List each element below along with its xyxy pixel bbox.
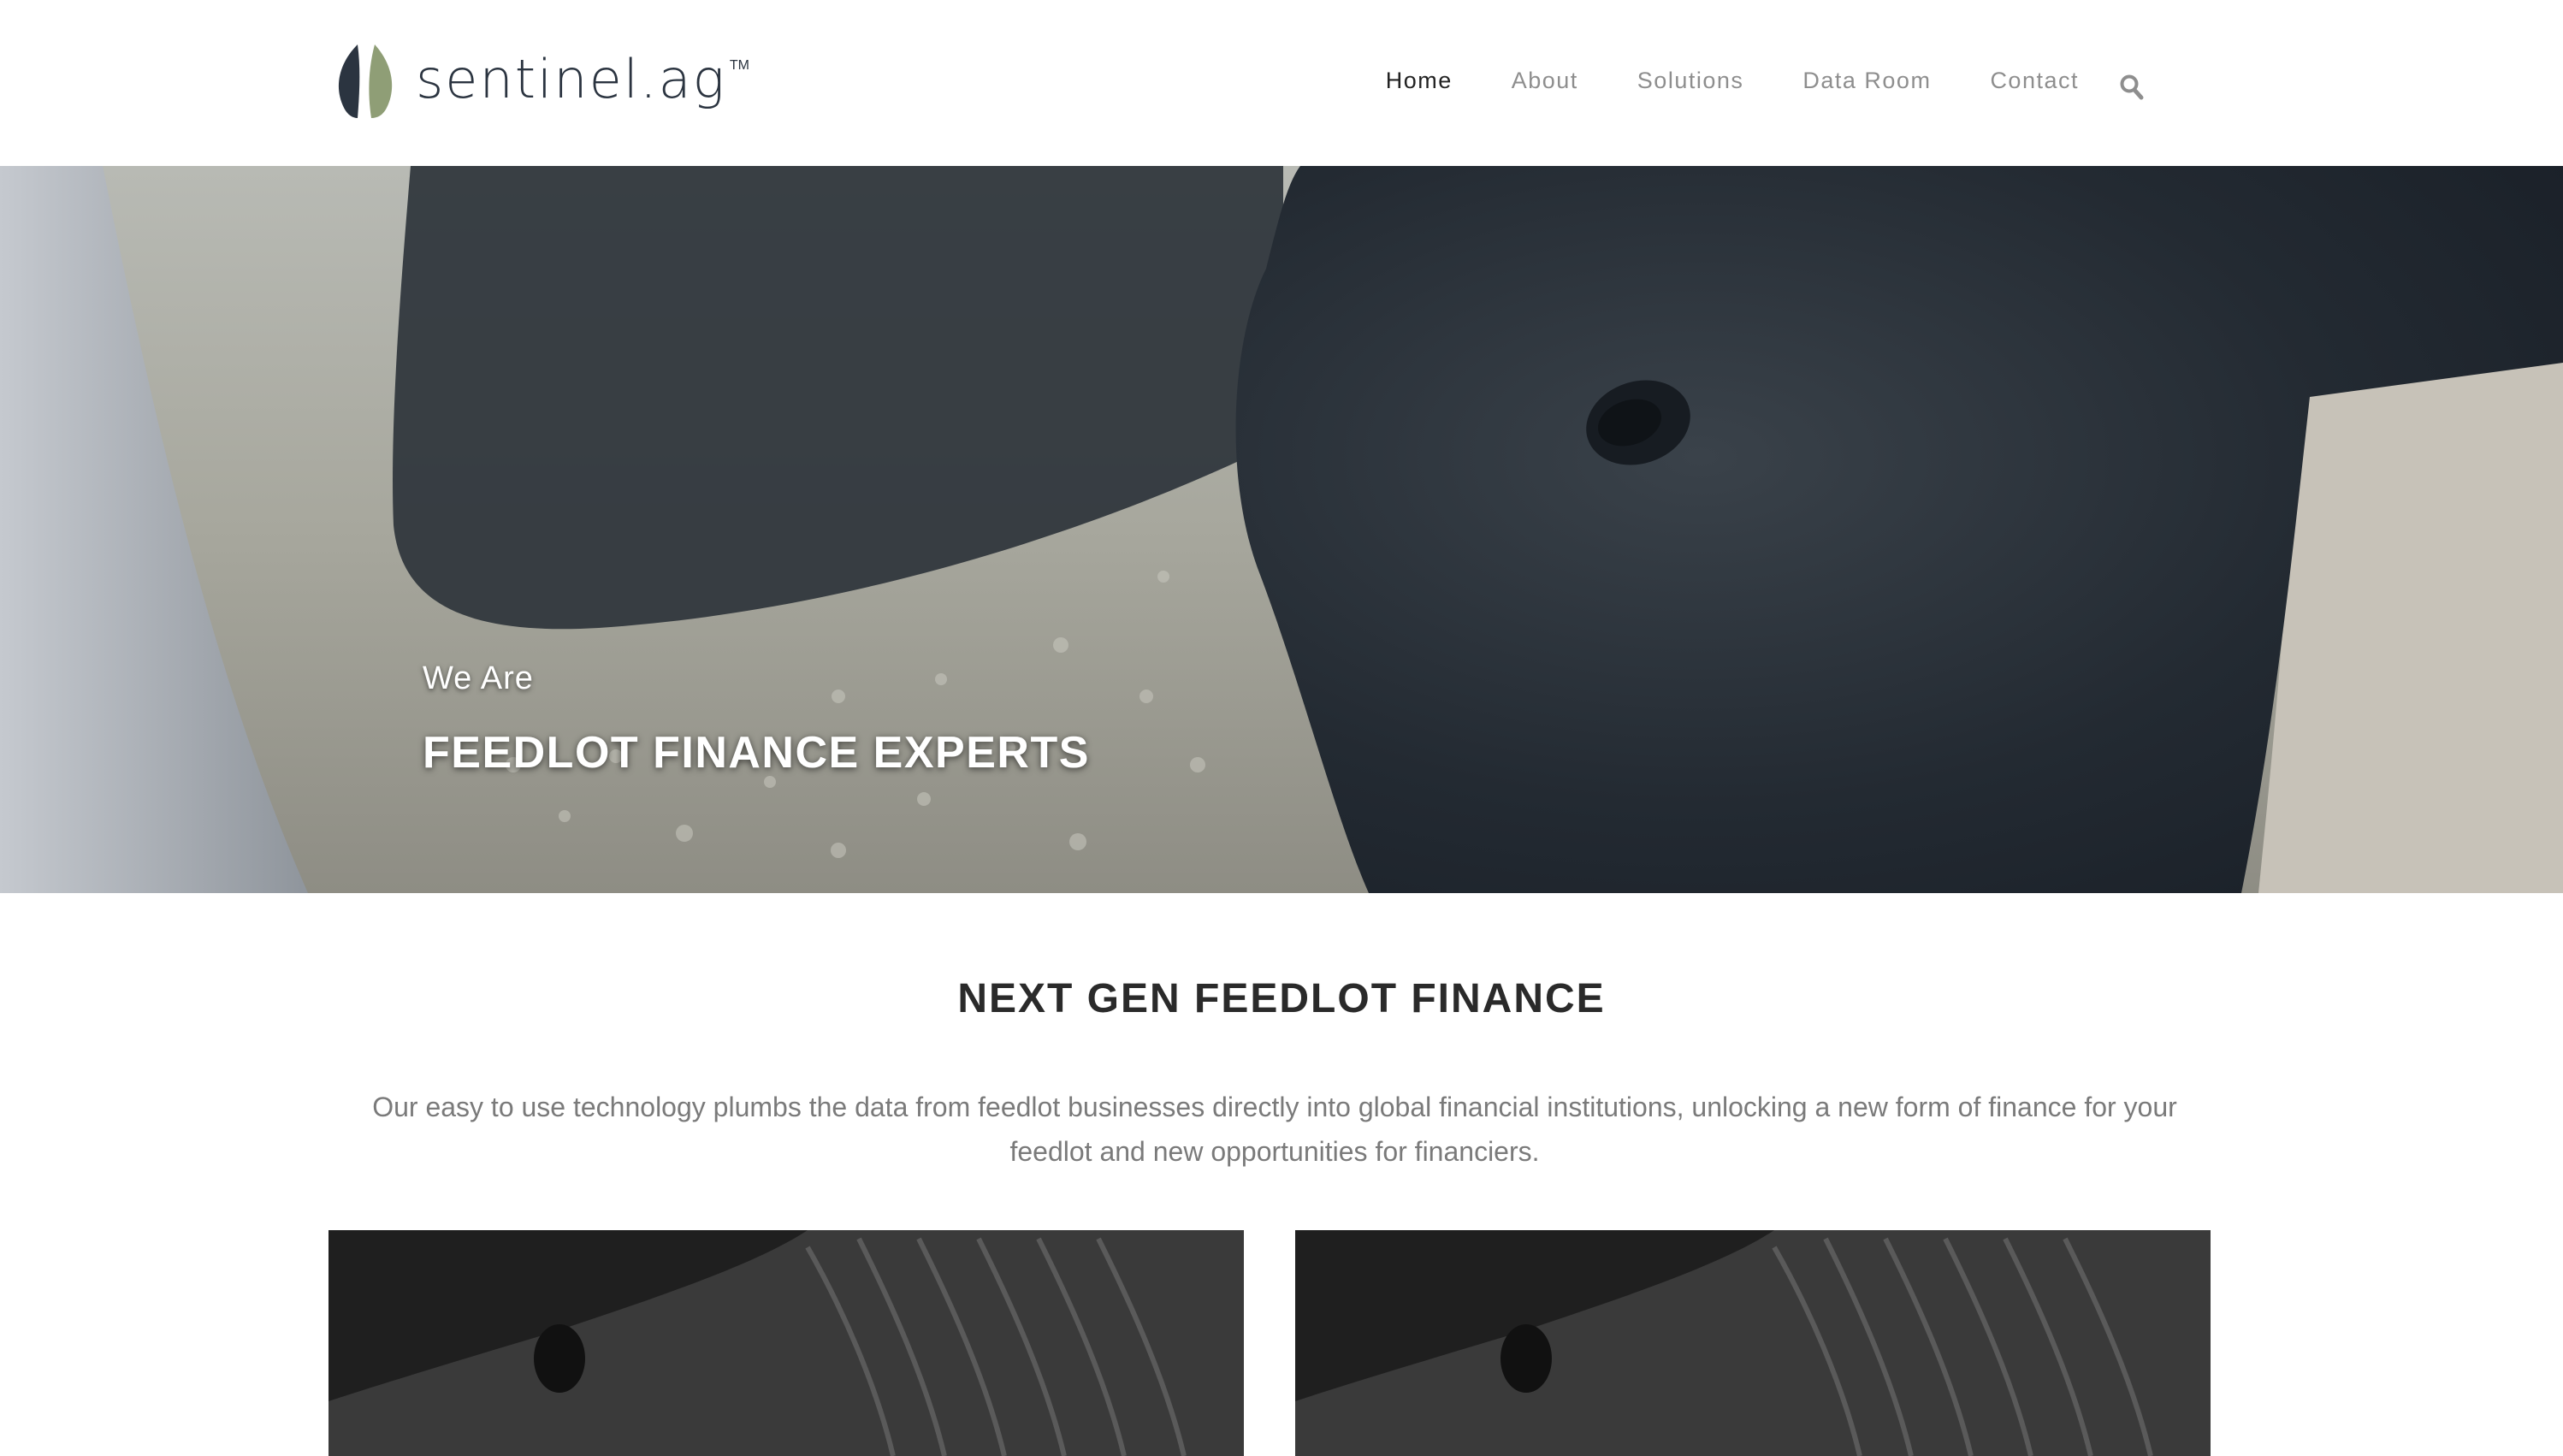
main-nav: Home About Solutions Data Room Contact — [1386, 56, 2146, 104]
card-image-right[interactable] — [1295, 1230, 2211, 1456]
hero-title: FEEDLOT FINANCE EXPERTS — [423, 728, 1090, 778]
hero-kicker: We Are — [423, 660, 534, 696]
intro-title: NEXT GEN FEEDLOT FINANCE — [957, 976, 1606, 1021]
brand-name: sentinel.ag — [416, 48, 726, 110]
cattle-closeup-photo — [329, 1230, 1244, 1456]
nav-contact[interactable]: Contact — [1990, 68, 2079, 94]
trademark-symbol: TM — [729, 58, 749, 73]
hero-banner: We Are FEEDLOT FINANCE EXPERTS — [0, 166, 2563, 893]
search-button[interactable] — [2118, 72, 2146, 103]
nav-about[interactable]: About — [1512, 68, 1578, 94]
site-logo[interactable]: sentinel.ag TM — [332, 44, 749, 118]
intro-body: Our easy to use technology plumbs the da… — [372, 1092, 2177, 1167]
cattle-closeup-photo — [1295, 1230, 2211, 1456]
nav-solutions[interactable]: Solutions — [1637, 68, 1744, 94]
search-icon — [2120, 74, 2144, 100]
site-header: sentinel.ag TM Home About Solutions Data… — [0, 0, 2563, 166]
nav-data-room[interactable]: Data Room — [1802, 68, 1931, 94]
cattle-feeding-photo — [0, 166, 2563, 893]
card-image-left[interactable] — [329, 1230, 1244, 1456]
nav-home[interactable]: Home — [1386, 68, 1453, 94]
leaf-logo-icon — [338, 44, 393, 118]
